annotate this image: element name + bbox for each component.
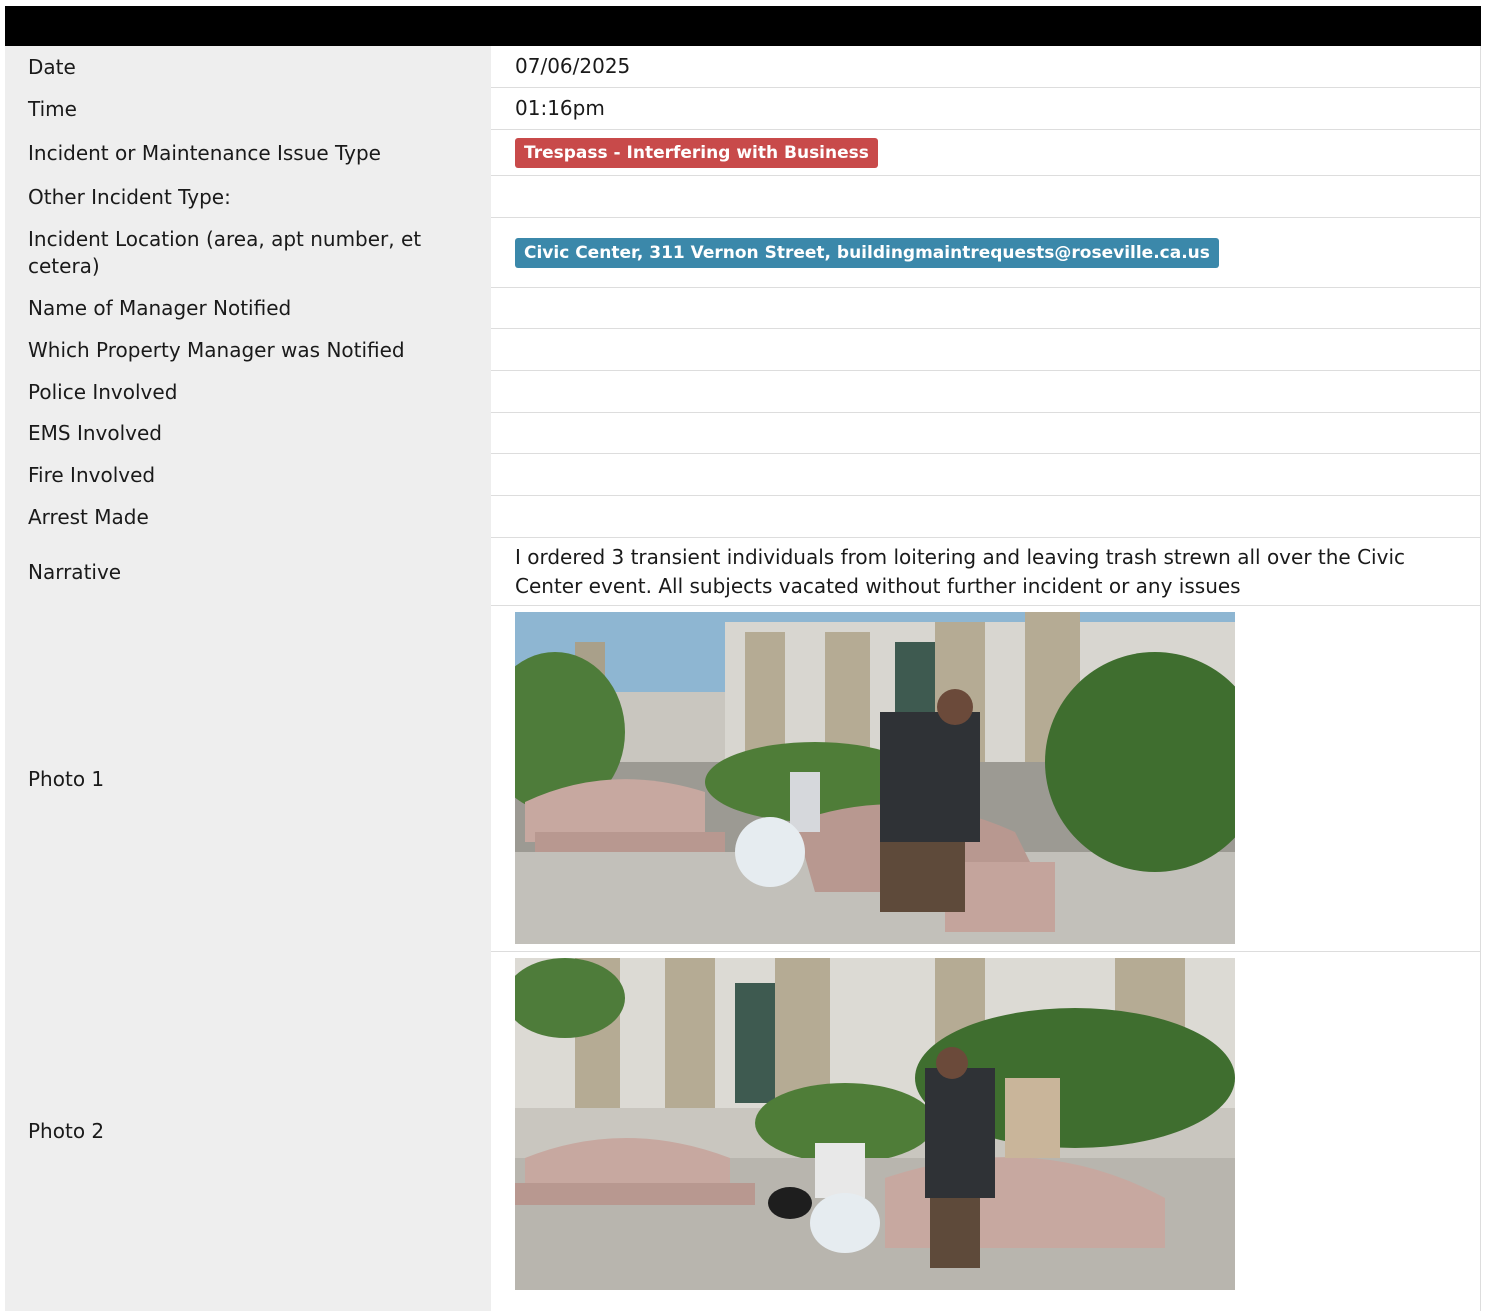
field-value-time: 01:16pm [491, 88, 1481, 130]
field-row-police: Police Involved [5, 371, 1481, 413]
location-badge: Civic Center, 311 Vernon Street, buildin… [515, 237, 1219, 268]
field-value-issue-type: Trespass - Interfering with Business [491, 130, 1481, 176]
field-value-other-type [491, 176, 1481, 218]
field-label-photo-2: Photo 2 [28, 1119, 105, 1143]
field-row-photo-1: Photo 1 [5, 606, 1481, 952]
field-row-manager-name: Name of Manager Notified [5, 288, 1481, 329]
field-value-photo-1 [491, 606, 1481, 952]
report-header-bar [5, 6, 1481, 46]
field-row-time: Time 01:16pm [5, 88, 1481, 130]
field-row-location: Incident Location (area, apt number, et … [5, 218, 1481, 288]
field-label-police: Police Involved [28, 379, 178, 404]
field-label-ems: EMS Involved [28, 421, 162, 445]
field-label-narrative: Narrative [28, 559, 122, 584]
field-label-date: Date [28, 54, 76, 79]
field-row-other-type: Other Incident Type: [5, 176, 1481, 218]
narrative-text: I ordered 3 transient individuals from l… [515, 544, 1405, 598]
field-value-property-manager [491, 329, 1481, 371]
field-label-photo-1: Photo 1 [28, 766, 105, 791]
field-value-arrest [491, 496, 1481, 538]
field-label-manager-name: Name of Manager Notified [28, 296, 292, 320]
incident-report: Date 07/06/2025 Time 01:16pm Incident or… [5, 6, 1481, 1311]
field-label-arrest: Arrest Made [28, 504, 149, 529]
field-value-fire [491, 454, 1481, 496]
field-value-ems [491, 413, 1481, 454]
field-value-location: Civic Center, 311 Vernon Street, buildin… [491, 218, 1481, 288]
field-label-other-type: Other Incident Type: [28, 184, 231, 209]
photo-1-image[interactable] [515, 612, 1235, 944]
field-value-manager-name [491, 288, 1481, 329]
field-row-fire: Fire Involved [5, 454, 1481, 496]
field-value-narrative: I ordered 3 transient individuals from l… [491, 538, 1481, 606]
field-row-ems: EMS Involved [5, 413, 1481, 454]
field-row-narrative: Narrative I ordered 3 transient individu… [5, 538, 1481, 606]
field-row-property-manager: Which Property Manager was Notified [5, 329, 1481, 371]
issue-type-badge: Trespass - Interfering with Business [515, 137, 878, 168]
field-row-issue-type: Incident or Maintenance Issue Type Tresp… [5, 130, 1481, 176]
field-value-photo-2 [491, 952, 1481, 1311]
field-label-property-manager: Which Property Manager was Notified [28, 337, 405, 362]
field-label-issue-type: Incident or Maintenance Issue Type [28, 140, 381, 165]
field-value-date: 07/06/2025 [491, 46, 1481, 88]
field-value-police [491, 371, 1481, 413]
photo-2-image[interactable] [515, 958, 1235, 1290]
field-row-arrest: Arrest Made [5, 496, 1481, 538]
field-row-date: Date 07/06/2025 [5, 46, 1481, 88]
field-row-photo-2: Photo 2 [5, 952, 1481, 1311]
field-label-fire: Fire Involved [28, 462, 156, 487]
field-label-time: Time [28, 96, 77, 121]
field-label-location: Incident Location (area, apt number, et … [28, 227, 422, 278]
